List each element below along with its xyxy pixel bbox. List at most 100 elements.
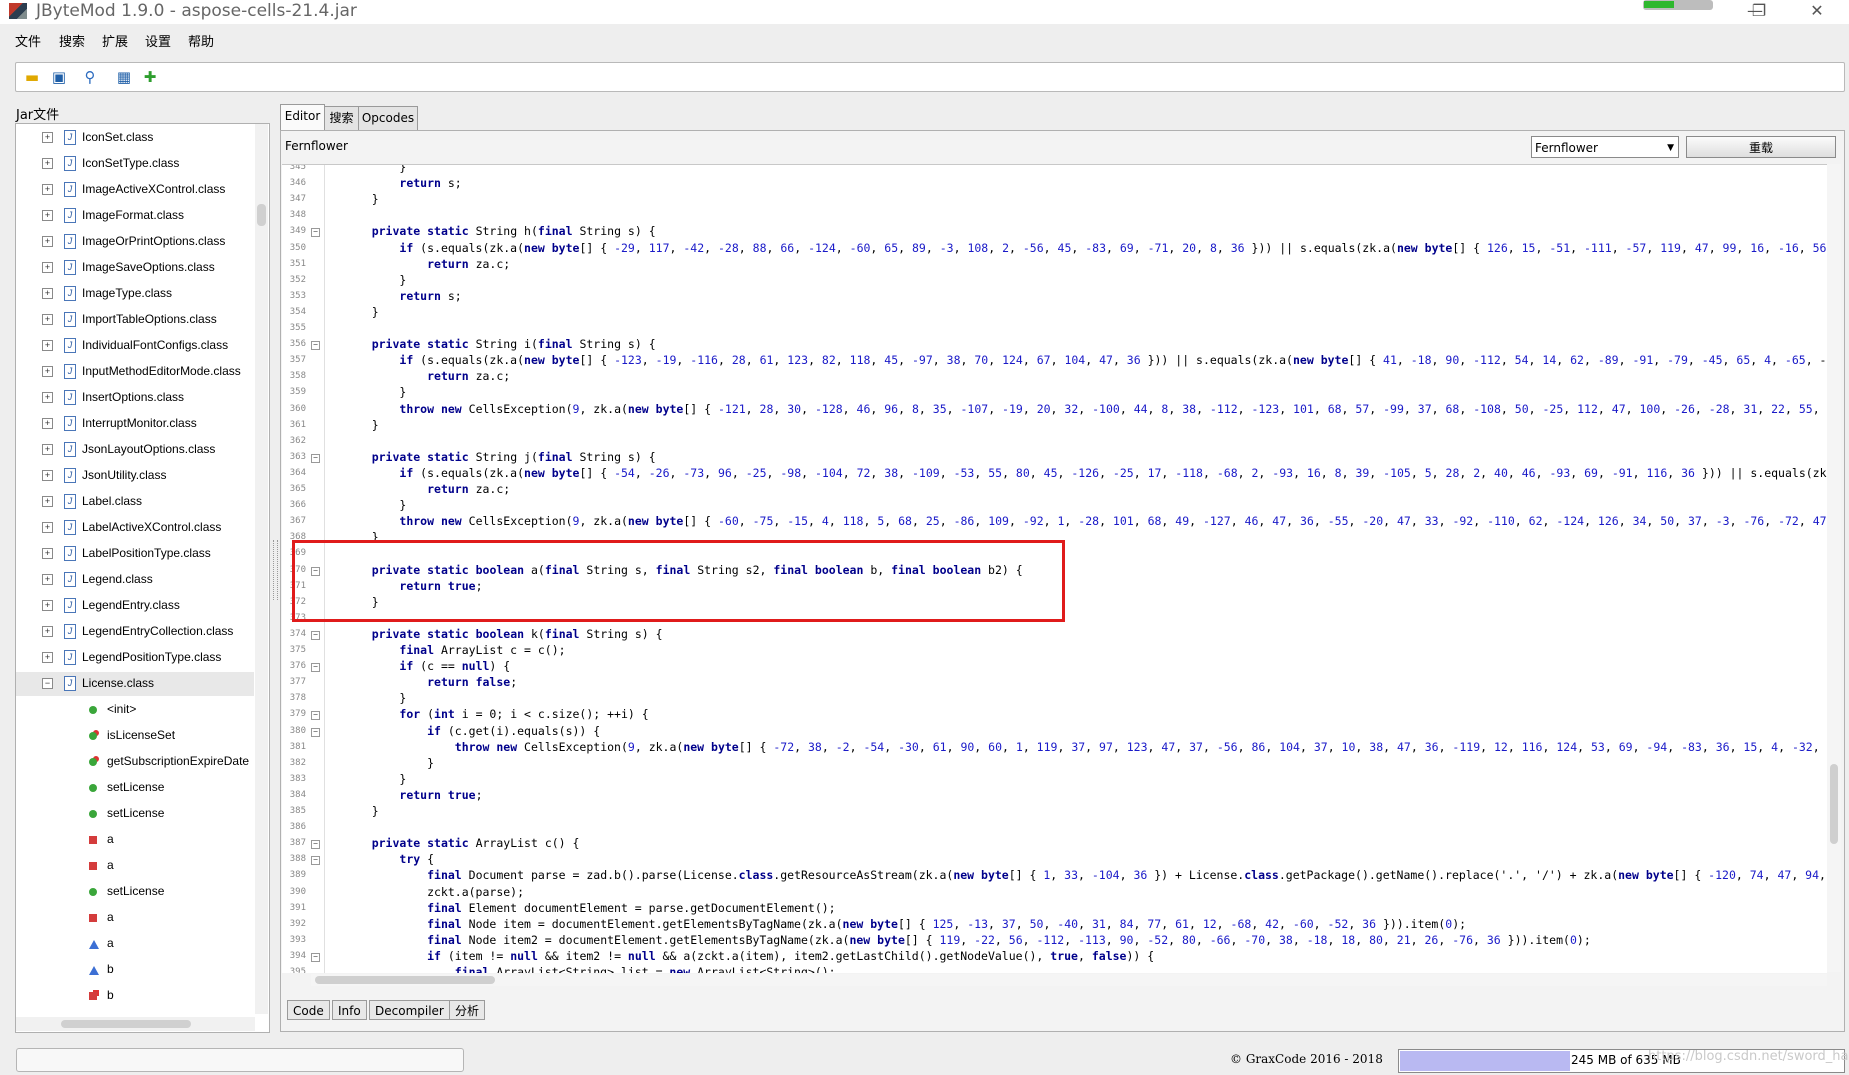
code-horizontal-scrollbar[interactable] [311,974,1827,986]
fold-toggle-icon[interactable]: − [311,453,320,463]
plugin-icon[interactable]: ✚ [140,67,160,87]
class-tree-item[interactable]: + J IndividualFontConfigs.class [16,334,254,358]
open-folder-icon[interactable]: ▬ [22,67,42,87]
save-icon[interactable]: ▣ [49,67,69,87]
search-icon[interactable]: ⚲ [80,67,100,87]
class-tree-item[interactable]: + J LabelActiveXControl.class [16,516,254,540]
tree-vertical-scrollbar[interactable] [255,124,268,1014]
tree-horizontal-scrollbar[interactable] [16,1017,255,1031]
menu-search[interactable]: 搜索 [59,31,85,50]
line-number: 386 [289,822,306,833]
class-tree-item[interactable]: + J JsonLayoutOptions.class [16,438,254,462]
collapse-icon[interactable]: − [42,678,53,689]
class-tree-item[interactable]: + J ImageSaveOptions.class [16,256,254,280]
fold-toggle-icon[interactable]: − [311,856,320,866]
expand-icon[interactable]: + [42,418,53,429]
fold-toggle-icon[interactable]: − [311,711,320,721]
tab-decompiler[interactable]: Decompiler [369,1000,450,1020]
line-number: 366 [289,500,306,511]
class-tree-item-selected[interactable]: − J License.class [16,672,254,696]
tab-analysis[interactable]: 分析 [449,1000,486,1020]
expand-icon[interactable]: + [42,132,53,143]
method-tree-item[interactable]: a [16,906,254,930]
class-tree-item[interactable]: + J InterruptMonitor.class [16,412,254,436]
tab-search[interactable]: 搜索 [324,106,359,131]
class-tree-item[interactable]: + J InputMethodEditorMode.class [16,360,254,384]
method-tree-item[interactable]: b [16,984,254,1008]
expand-icon[interactable]: + [42,522,53,533]
tab-info[interactable]: Info [332,1000,367,1020]
class-tree-item[interactable]: + J ImageType.class [16,282,254,306]
restore-button[interactable]: ❐ [1737,0,1781,24]
class-tree-item[interactable]: + J ImageActiveXControl.class [16,178,254,202]
class-tree-item[interactable]: + J Legend.class [16,568,254,592]
class-tree-item[interactable]: + J LabelPositionType.class [16,542,254,566]
method-tree-item[interactable]: setLicense [16,776,254,800]
class-tree-item[interactable]: + J IconSetType.class [16,152,254,176]
expand-icon[interactable]: + [42,626,53,637]
class-tree-item[interactable]: + J ImageOrPrintOptions.class [16,230,254,254]
expand-icon[interactable]: + [42,652,53,663]
method-tree-item[interactable]: setLicense [16,880,254,904]
expand-icon[interactable]: + [42,288,53,299]
expand-icon[interactable]: + [42,574,53,585]
menu-extensions[interactable]: 扩展 [102,31,128,50]
method-tree-item[interactable]: isLicenseSet [16,724,254,748]
close-button[interactable]: ✕ [1795,0,1839,24]
class-tree-item[interactable]: + J IconSet.class [16,126,254,150]
fold-toggle-icon[interactable]: − [311,228,320,238]
method-tree-item[interactable]: setLicense [16,802,254,826]
menu-help[interactable]: 帮助 [188,31,214,50]
code-line: 375 final ArrayList c = c(); [282,642,1827,658]
decompiler-select[interactable]: Fernflower ▼ [1531,136,1679,158]
expand-icon[interactable]: + [42,600,53,611]
expand-icon[interactable]: + [42,496,53,507]
tab-opcodes[interactable]: Opcodes [358,106,418,131]
method-name: setLicense [107,884,165,898]
code-vertical-scrollbar[interactable] [1827,164,1841,972]
method-name: b [107,988,114,1002]
method-tree-item[interactable]: <init> [16,698,254,722]
method-tree-item[interactable]: b [16,958,254,982]
code-line: 383 } [282,771,1827,787]
method-tree-item[interactable]: a [16,854,254,878]
fold-toggle-icon[interactable]: − [311,630,320,640]
method-tree-item[interactable]: a [16,828,254,852]
split-pane-divider[interactable] [273,540,278,600]
expand-icon[interactable]: + [42,340,53,351]
expand-icon[interactable]: + [42,444,53,455]
class-tree-item[interactable]: + J InsertOptions.class [16,386,254,410]
fold-toggle-icon[interactable]: − [311,952,320,962]
expand-icon[interactable]: + [42,158,53,169]
reload-button[interactable]: 重载 [1686,136,1836,158]
tab-editor[interactable]: Editor [280,104,325,131]
expand-icon[interactable]: + [42,392,53,403]
fold-toggle-icon[interactable]: − [311,840,320,850]
fold-toggle-icon[interactable]: − [311,663,320,673]
class-tree-item[interactable]: + J LegendPositionType.class [16,646,254,670]
fold-toggle-icon[interactable]: − [311,727,320,737]
class-tree-item[interactable]: + J ImageFormat.class [16,204,254,228]
tab-code[interactable]: Code [287,1000,330,1020]
expand-icon[interactable]: + [42,236,53,247]
expand-icon[interactable]: + [42,184,53,195]
method-tree-item[interactable]: a [16,932,254,956]
expand-icon[interactable]: + [42,548,53,559]
class-tree-item[interactable]: + J LegendEntryCollection.class [16,620,254,644]
class-tree-item[interactable]: + J Label.class [16,490,254,514]
expand-icon[interactable]: + [42,262,53,273]
class-tree-item[interactable]: + J JsonUtility.class [16,464,254,488]
class-tree-item[interactable]: + J LegendEntry.class [16,594,254,618]
calculator-icon[interactable]: ▦ [114,67,134,87]
menu-settings[interactable]: 设置 [145,31,171,50]
fold-toggle-icon[interactable]: − [311,341,320,351]
code-text: if (s.equals(zk.a(new byte[] { -29, 117,… [399,240,1827,255]
class-tree-item[interactable]: + J ImportTableOptions.class [16,308,254,332]
code-text: final Document parse = zad.b().parse(Lic… [427,868,1826,883]
expand-icon[interactable]: + [42,314,53,325]
expand-icon[interactable]: + [42,470,53,481]
expand-icon[interactable]: + [42,210,53,221]
method-tree-item[interactable]: getSubscriptionExpireDate [16,750,254,774]
menu-file[interactable]: 文件 [15,31,41,50]
expand-icon[interactable]: + [42,366,53,377]
